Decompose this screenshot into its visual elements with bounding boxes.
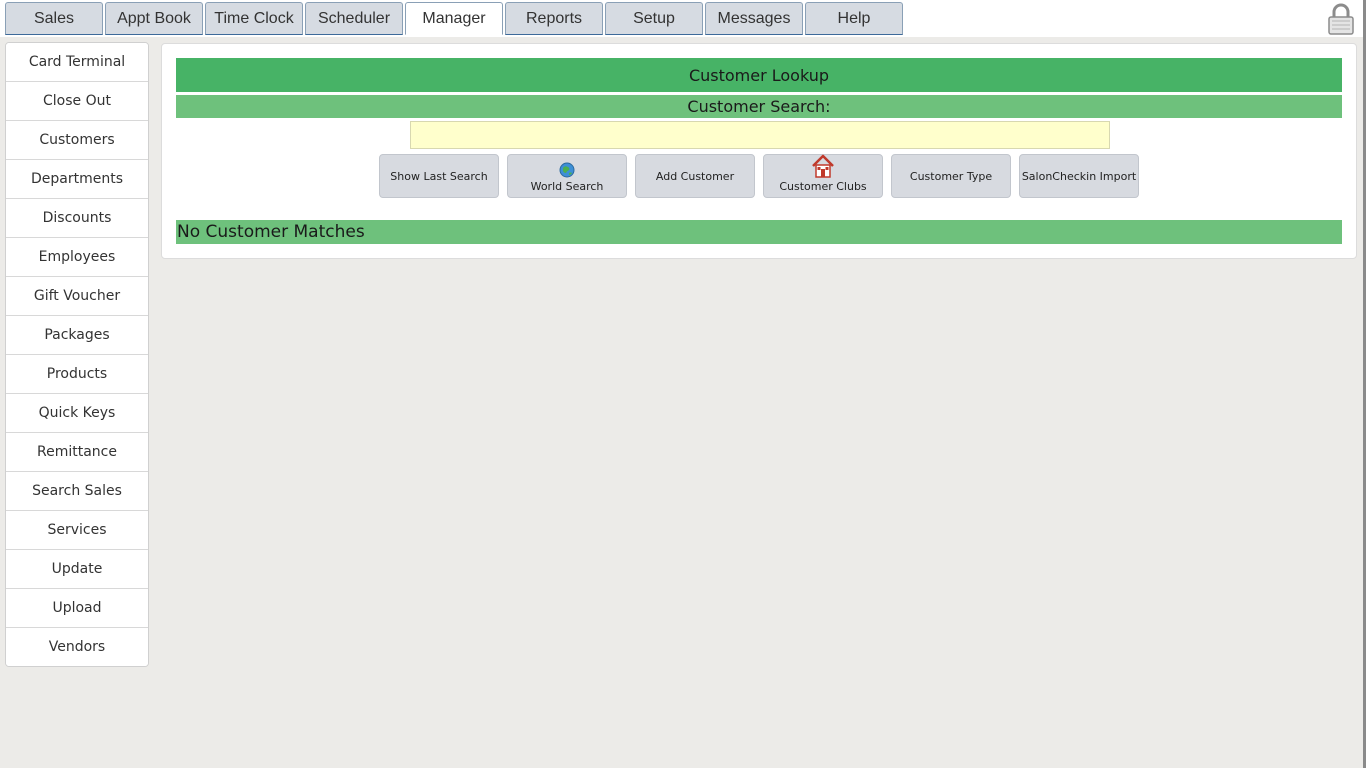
sidebar-item-card-terminal[interactable]: Card Terminal <box>6 43 148 82</box>
tab-help[interactable]: Help <box>805 2 903 35</box>
panel-title: Customer Lookup <box>176 58 1342 92</box>
button-label: World Search <box>530 179 604 193</box>
button-label: Customer Type <box>909 169 993 183</box>
show-last-search-button[interactable]: Show Last Search <box>379 154 499 198</box>
search-result-status: No Customer Matches <box>176 220 1342 244</box>
sidebar-item-upload[interactable]: Upload <box>6 589 148 628</box>
button-label: SalonCheckin Import <box>1021 169 1137 183</box>
saloncheckin-import-button[interactable]: SalonCheckin Import <box>1019 154 1139 198</box>
sidebar-item-vendors[interactable]: Vendors <box>6 628 148 666</box>
customer-lookup-panel: Customer Lookup Customer Search: Show La… <box>161 43 1357 259</box>
manager-sidebar: Card Terminal Close Out Customers Depart… <box>5 42 149 667</box>
sidebar-item-quick-keys[interactable]: Quick Keys <box>6 394 148 433</box>
tab-scheduler[interactable]: Scheduler <box>305 2 403 35</box>
sidebar-item-search-sales[interactable]: Search Sales <box>6 472 148 511</box>
sidebar-item-employees[interactable]: Employees <box>6 238 148 277</box>
button-label: Customer Clubs <box>779 179 867 193</box>
sidebar-item-discounts[interactable]: Discounts <box>6 199 148 238</box>
tab-manager[interactable]: Manager <box>405 2 503 35</box>
tab-sales[interactable]: Sales <box>5 2 103 35</box>
tab-setup[interactable]: Setup <box>605 2 703 35</box>
sidebar-item-packages[interactable]: Packages <box>6 316 148 355</box>
sidebar-item-remittance[interactable]: Remittance <box>6 433 148 472</box>
tab-messages[interactable]: Messages <box>705 2 803 35</box>
customer-clubs-button[interactable]: Customer Clubs <box>763 154 883 198</box>
top-nav-bar: Sales Appt Book Time Clock Scheduler Man… <box>0 0 1366 37</box>
action-buttons: Show Last Search World Search Add Custom… <box>379 154 1147 198</box>
customer-search-label: Customer Search: <box>176 95 1342 118</box>
padlock-icon[interactable] <box>1327 3 1355 35</box>
add-customer-button[interactable]: Add Customer <box>635 154 755 198</box>
sidebar-item-services[interactable]: Services <box>6 511 148 550</box>
tab-reports[interactable]: Reports <box>505 2 603 35</box>
button-label: Add Customer <box>655 169 735 183</box>
sidebar-item-customers[interactable]: Customers <box>6 121 148 160</box>
sidebar-item-gift-voucher[interactable]: Gift Voucher <box>6 277 148 316</box>
sidebar-item-update[interactable]: Update <box>6 550 148 589</box>
customer-search-input[interactable] <box>410 121 1110 149</box>
sidebar-item-products[interactable]: Products <box>6 355 148 394</box>
tab-appt-book[interactable]: Appt Book <box>105 2 203 35</box>
house-icon <box>811 154 835 178</box>
globe-icon <box>559 160 575 178</box>
sidebar-item-departments[interactable]: Departments <box>6 160 148 199</box>
tab-time-clock[interactable]: Time Clock <box>205 2 303 35</box>
main-tabs: Sales Appt Book Time Clock Scheduler Man… <box>5 2 905 35</box>
button-label: Show Last Search <box>390 169 488 183</box>
customer-type-button[interactable]: Customer Type <box>891 154 1011 198</box>
sidebar-item-close-out[interactable]: Close Out <box>6 82 148 121</box>
world-search-button[interactable]: World Search <box>507 154 627 198</box>
